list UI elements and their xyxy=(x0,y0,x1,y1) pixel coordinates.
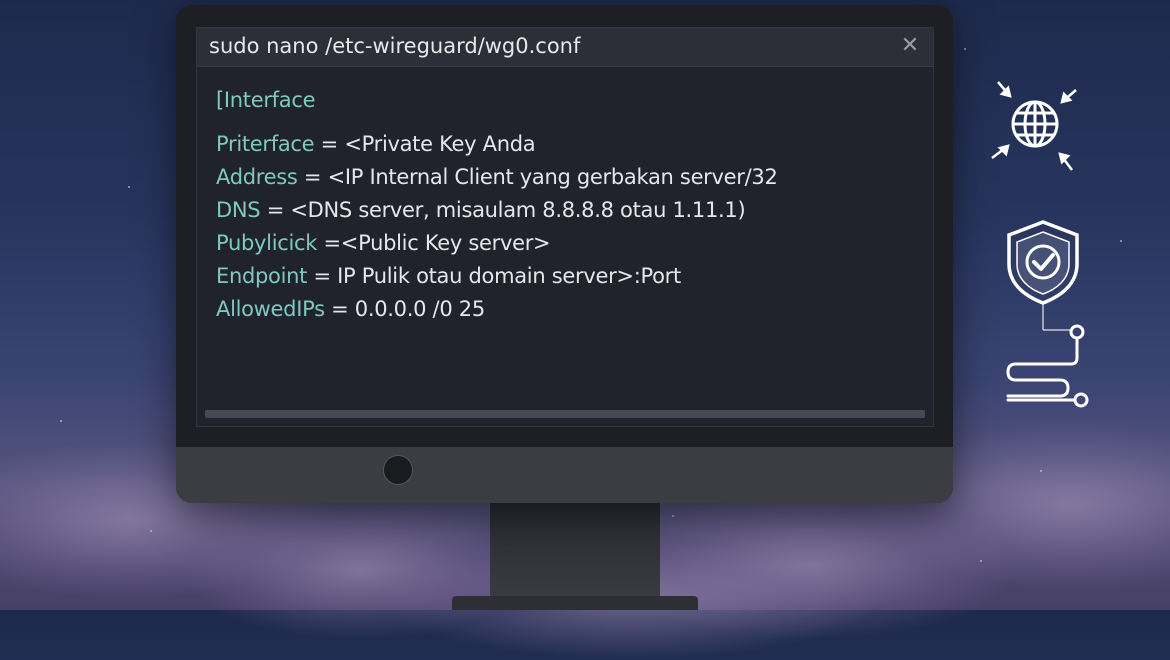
network-route-icon xyxy=(1006,324,1089,408)
section-header: [Interface xyxy=(216,88,316,112)
config-line: Pubylicick =<Public Key server> xyxy=(216,231,778,264)
config-line: Priterface = <Private Key Anda xyxy=(216,132,778,165)
title-bar: sudo nano /etc-wireguard/wg0.conf ✕ xyxy=(197,28,933,67)
monitor-camera-icon xyxy=(383,455,413,485)
star xyxy=(128,186,130,188)
config-separator: = xyxy=(260,198,291,222)
close-icon[interactable]: ✕ xyxy=(899,35,921,57)
monitor-chin xyxy=(176,447,953,503)
config-line: Address = <IP Internal Client yang gerba… xyxy=(216,165,778,198)
config-key: Pubylicick xyxy=(216,231,318,255)
config-value: <Private Key Anda xyxy=(344,132,536,156)
config-value: <DNS server, misaulam 8.8.8.8 otau 1.11.… xyxy=(290,198,746,222)
config-separator: = xyxy=(317,231,342,255)
window-title: sudo nano /etc-wireguard/wg0.conf xyxy=(209,34,581,58)
config-value: <Public Key server> xyxy=(340,231,551,255)
editor-content[interactable]: [Interface Priterface = <Private Key And… xyxy=(216,88,778,330)
config-line: Endpoint = IP Pulik otau domain server>:… xyxy=(216,264,778,297)
config-key: AllowedIPs xyxy=(216,297,325,321)
config-separator: = xyxy=(324,297,355,321)
config-key: Endpoint xyxy=(216,264,308,288)
config-value: IP Pulik otau domain server>:Port xyxy=(337,264,681,288)
star xyxy=(964,48,966,50)
config-key: Address xyxy=(216,165,298,189)
config-value: 0.0.0.0 /0 25 xyxy=(354,297,485,321)
config-line: AllowedIPs = 0.0.0.0 /0 25 xyxy=(216,297,778,330)
config-line: DNS = <DNS server, misaulam 8.8.8.8 otau… xyxy=(216,198,778,231)
monitor-base xyxy=(452,596,698,610)
config-key: DNS xyxy=(216,198,261,222)
star xyxy=(672,515,674,517)
config-key: Priterface xyxy=(216,132,315,156)
config-separator: = xyxy=(314,132,345,156)
monitor-stand xyxy=(490,503,660,598)
globe-arrows-icon xyxy=(991,81,1077,171)
horizontal-scrollbar[interactable] xyxy=(205,410,925,418)
star xyxy=(980,560,982,562)
config-value: <IP Internal Client yang gerbakan server… xyxy=(327,165,778,189)
config-separator: = xyxy=(307,264,338,288)
star xyxy=(1040,470,1042,472)
star xyxy=(60,420,62,422)
star xyxy=(150,530,152,532)
config-separator: = xyxy=(297,165,328,189)
star xyxy=(1120,240,1122,242)
terminal-window[interactable]: sudo nano /etc-wireguard/wg0.conf ✕ [Int… xyxy=(196,27,934,427)
